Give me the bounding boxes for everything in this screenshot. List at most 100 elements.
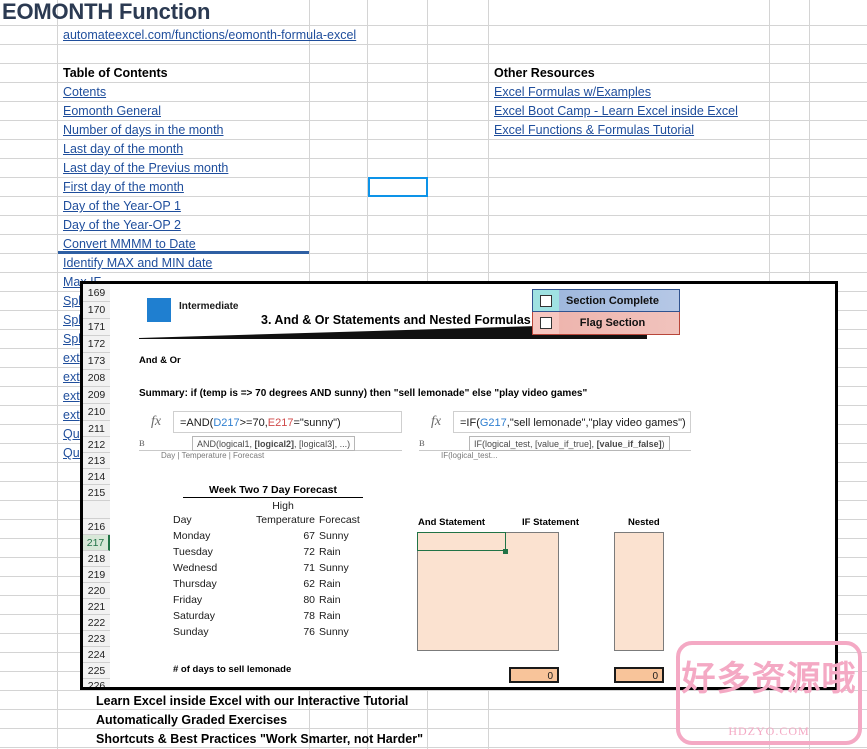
- resource-link-functions-tutorial[interactable]: Excel Functions & Formulas Tutorial: [491, 121, 767, 140]
- formula-bar-if[interactable]: fx =IF(G217,"sell lemonade","play video …: [419, 410, 691, 434]
- toc-link-qua-1[interactable]: Qua: [60, 425, 82, 444]
- overlay-row-217-selected[interactable]: 217: [83, 535, 110, 551]
- overlay-row-169[interactable]: 169: [83, 284, 110, 302]
- formula-tooltip-and: AND(logical1, [logical2], [logical3], ..…: [192, 436, 356, 451]
- ghost-row-right: IF(logical_test...: [441, 451, 498, 460]
- overlay-row-212[interactable]: 212: [83, 437, 110, 453]
- fx-icon-2[interactable]: fx: [419, 414, 453, 430]
- tip-if-part2: ): [661, 439, 665, 449]
- fx-icon[interactable]: fx: [139, 414, 173, 430]
- summary-text: Summary: if (temp is => 70 degrees AND s…: [139, 388, 588, 399]
- toc-link-split-2[interactable]: Spli: [60, 311, 82, 330]
- toc-link-day-of-year-op2[interactable]: Day of the Year-OP 2: [60, 216, 306, 235]
- column-header-b-left: B: [139, 438, 145, 448]
- overlay-row-211[interactable]: 211: [83, 421, 110, 437]
- overlay-row-210[interactable]: 210: [83, 404, 110, 421]
- forecast-temp: 80: [303, 594, 315, 606]
- overlay-row-172[interactable]: 172: [83, 336, 110, 353]
- column-header-b-right: B: [419, 438, 425, 448]
- formula-bar-and[interactable]: fx =AND(D217>=70,E217="sunny"): [139, 410, 402, 434]
- table-row[interactable]: Tuesday 72 Rain: [173, 544, 373, 560]
- forecast-day: Monday: [173, 530, 211, 542]
- toc-link-qua-2[interactable]: Qua: [60, 444, 82, 463]
- toc-link-ext-4[interactable]: ext: [60, 406, 82, 425]
- toc-link-ext-1[interactable]: ext: [60, 349, 82, 368]
- total-nested[interactable]: 0: [614, 667, 664, 683]
- forecast-high-label: High: [272, 500, 294, 512]
- formula-input-and[interactable]: =AND(D217>=70,E217="sunny"): [173, 411, 402, 433]
- selected-cell-indicator[interactable]: [368, 177, 428, 197]
- overlay-row-226[interactable]: 226: [83, 679, 110, 687]
- overlay-row-218[interactable]: 218: [83, 551, 110, 567]
- formula-and-mid: >=70,: [239, 417, 268, 429]
- overlay-row-221[interactable]: 221: [83, 599, 110, 615]
- toc-link-last-day-prev-month[interactable]: Last day of the Previus month: [60, 159, 306, 178]
- toc-link-day-of-year-op1[interactable]: Day of the Year-OP 1: [60, 197, 306, 216]
- section-complete-label: Section Complete: [566, 294, 659, 307]
- table-row[interactable]: Wednesd 71 Sunny: [173, 560, 373, 576]
- forecast-cond: Sunny: [319, 562, 349, 574]
- overlay-row-215[interactable]: 215: [83, 485, 110, 501]
- toc-link-ext-2[interactable]: ext: [60, 368, 82, 387]
- toc-link-first-day-month[interactable]: First day of the month: [60, 178, 306, 197]
- table-row[interactable]: Friday 80 Rain: [173, 592, 373, 608]
- overlay-row-216[interactable]: 216: [83, 519, 110, 535]
- section-complete-checkbox-icon[interactable]: [540, 294, 552, 307]
- overlay-row-173[interactable]: 173: [83, 353, 110, 370]
- ghost-row-left: Day | Temperature | Forecast: [161, 451, 265, 460]
- tip-if-bold: [value_if_false]: [596, 439, 662, 449]
- topic-label: And & Or: [139, 355, 181, 366]
- section-complete-row[interactable]: Section Complete: [532, 289, 680, 312]
- toc-link-cotents[interactable]: Cotents: [60, 83, 306, 102]
- overlay-row-224[interactable]: 224: [83, 647, 110, 663]
- formula-if-suffix: ,"sell lemonade","play video games"): [506, 417, 686, 429]
- level-label: Intermediate: [179, 301, 239, 312]
- toc-link-max-min-date[interactable]: Identify MAX and MIN date: [60, 254, 306, 273]
- toc-link-eomonth-general[interactable]: Eomonth General: [60, 102, 306, 121]
- overlay-row-223[interactable]: 223: [83, 631, 110, 647]
- toc-link-split-1[interactable]: Spli: [60, 292, 82, 311]
- formula-input-if[interactable]: =IF(G217,"sell lemonade","play video gam…: [453, 411, 691, 433]
- table-row[interactable]: Thursday 62 Rain: [173, 576, 373, 592]
- spreadsheet-page: EOMONTH Function automateexcel.com/funct…: [0, 0, 867, 749]
- total-if-statement[interactable]: 0: [509, 667, 559, 683]
- forecast-day: Saturday: [173, 610, 216, 622]
- formula-and-prefix: =AND(: [180, 417, 214, 429]
- overlay-row-209[interactable]: 209: [83, 387, 110, 404]
- forecast-table: Week Two 7 Day Forecast High Day Tempera…: [173, 484, 373, 640]
- overlay-row-219[interactable]: 219: [83, 567, 110, 583]
- formula-if-ref1: G217: [479, 417, 507, 429]
- table-row[interactable]: Monday 67 Sunny: [173, 528, 373, 544]
- toc-link-days-in-month[interactable]: Number of days in the month: [60, 121, 306, 140]
- overlay-row-170[interactable]: 170: [83, 302, 110, 319]
- forecast-cond: Sunny: [319, 626, 349, 638]
- overlay-row-222[interactable]: 222: [83, 615, 110, 631]
- overlay-row-213[interactable]: 213: [83, 453, 110, 469]
- table-row[interactable]: Sunday 76 Sunny: [173, 624, 373, 640]
- overlay-row-171[interactable]: 171: [83, 319, 110, 336]
- overlay-row-225[interactable]: 225: [83, 663, 110, 679]
- resource-link-formulas-examples[interactable]: Excel Formulas w/Examples: [491, 83, 767, 102]
- overlay-row-blank[interactable]: [83, 501, 110, 519]
- panel-label-nested: Nested: [628, 517, 660, 528]
- toc-link-last-day-month[interactable]: Last day of the month: [60, 140, 306, 159]
- flag-section-checkbox-icon[interactable]: [540, 317, 552, 329]
- panel-box-nested[interactable]: [614, 532, 664, 651]
- link-eomonth-url[interactable]: automateexcel.com/functions/eomonth-form…: [60, 26, 390, 45]
- resource-link-boot-camp[interactable]: Excel Boot Camp - Learn Excel inside Exc…: [491, 102, 767, 121]
- formula-and-ref1: D217: [213, 417, 240, 429]
- flag-section-row[interactable]: Flag Section: [532, 312, 680, 335]
- forecast-day: Tuesday: [173, 546, 213, 558]
- table-row[interactable]: Saturday 78 Rain: [173, 608, 373, 624]
- fill-handle[interactable]: [503, 549, 508, 554]
- cell-selection-ring[interactable]: [417, 532, 506, 551]
- overlay-row-220[interactable]: 220: [83, 583, 110, 599]
- overlay-row-214[interactable]: 214: [83, 469, 110, 485]
- overlay-row-208[interactable]: 208: [83, 370, 110, 387]
- toc-link-ext-3[interactable]: ext: [60, 387, 82, 406]
- toc-link-split-3[interactable]: Spli: [60, 330, 82, 349]
- bottom-line-1: Learn Excel inside Excel with our Intera…: [96, 694, 409, 708]
- formula-tooltip-if-row: B IF(logical_test, [value_if_true], [val…: [419, 436, 691, 460]
- forecast-cond: Rain: [319, 610, 341, 622]
- panel-label-if-statement: IF Statement: [522, 517, 580, 528]
